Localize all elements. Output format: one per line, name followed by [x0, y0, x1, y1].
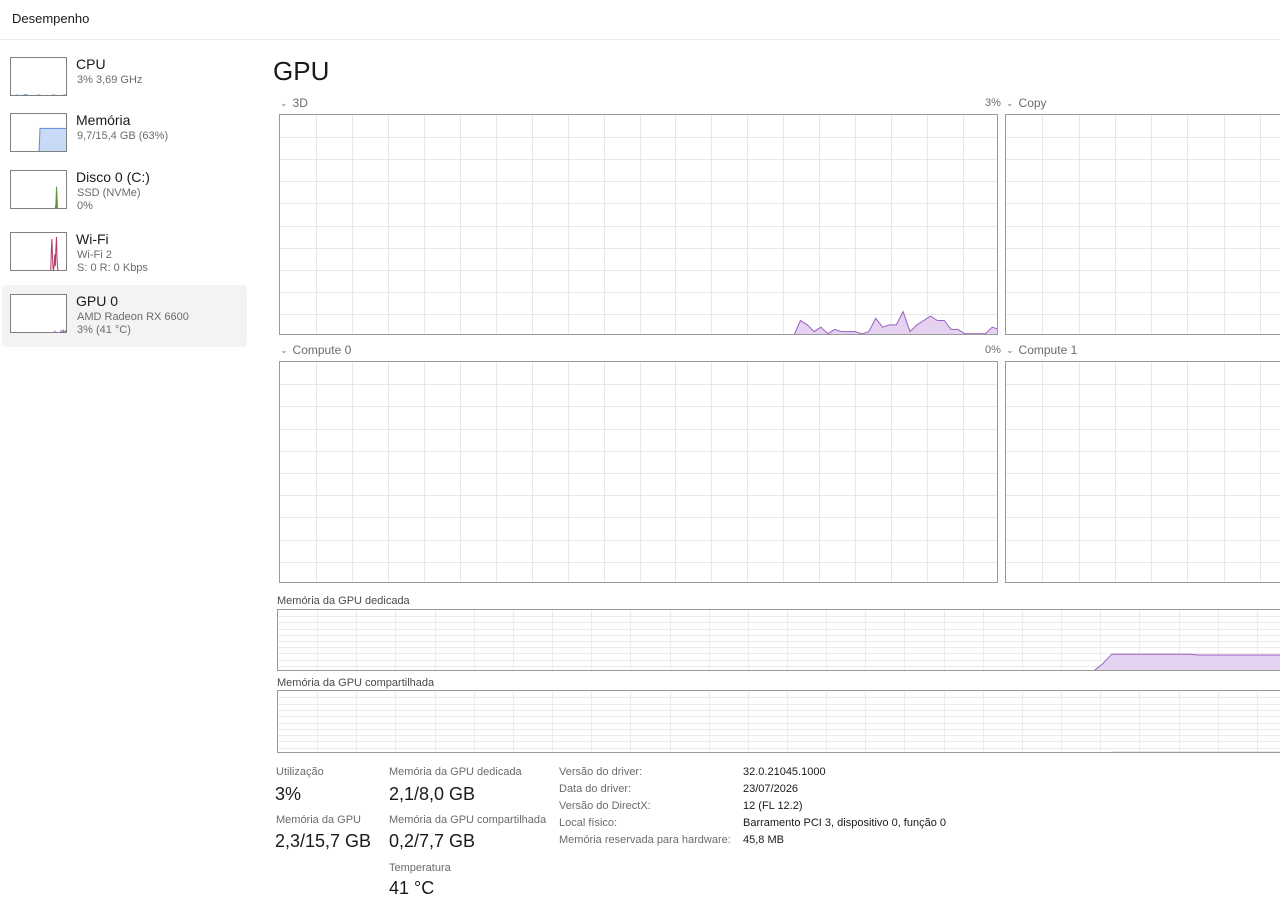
cpu-thumb-series-line: [11, 94, 66, 95]
dedicated-memory-value: 2,1/8,0 GB: [389, 784, 476, 804]
disk-thumbnail-graph: [10, 170, 67, 209]
disk-thumb-series-line: [54, 186, 59, 208]
chevron-down-icon: ⌄: [280, 98, 288, 108]
dedicated-memory-label: Memória da GPU dedicada: [389, 766, 522, 778]
engine-percent: 3%: [985, 97, 1001, 109]
shared-memory-label: Memória da GPU compartilhada: [389, 814, 547, 826]
utilization-label: Utilização: [276, 766, 324, 778]
graph-copy: [1005, 114, 1280, 335]
engine-selector-copy[interactable]: ⌄ Copy: [1006, 96, 1047, 110]
cpu-thumbnail-graph: [10, 57, 67, 96]
graph-compute-1: [1005, 361, 1280, 583]
physical-location-key: Local físico:: [559, 817, 618, 829]
temperature-label: Temperatura: [389, 862, 451, 874]
wifi-thumbnail-graph: [10, 232, 67, 271]
sidebar-item-disk[interactable]: Disco 0 (C:) SSD (NVMe) 0%: [2, 161, 247, 223]
sidebar-item-detail: 9,7/15,4 GB (63%): [77, 130, 169, 142]
driver-date-value: 23/07/2026: [743, 783, 799, 795]
sidebar-item-detail: SSD (NVMe): [77, 187, 141, 199]
driver-version-value: 32.0.21045.1000: [743, 766, 826, 778]
shared-memory-graph-label: Memória da GPU compartilhada: [277, 677, 435, 689]
sidebar-item-detail-2: 0%: [77, 200, 93, 212]
sidebar-item-name: GPU 0: [76, 293, 119, 309]
engine-label: Copy: [1018, 96, 1047, 110]
engine-label: Compute 1: [1018, 343, 1078, 357]
sidebar-item-name: Wi-Fi: [76, 231, 109, 247]
sidebar-item-name: CPU: [76, 56, 106, 72]
driver-version-key: Versão do driver:: [559, 766, 643, 778]
gpu-3d-series-area: [794, 311, 997, 334]
chevron-down-icon: ⌄: [1006, 345, 1014, 355]
memory-thumbnail-graph: [10, 113, 67, 152]
sidebar-item-wifi[interactable]: Wi-Fi Wi-Fi 2 S: 0 R: 0 Kbps: [2, 223, 247, 285]
engine-percent: 0%: [985, 344, 1001, 356]
sidebar-item-name: Disco 0 (C:): [76, 169, 150, 185]
engine-label: 3D: [292, 96, 308, 110]
physical-location-value: Barramento PCI 3, dispositivo 0, função …: [743, 817, 946, 829]
utilization-value: 3%: [275, 784, 302, 804]
page-header-title: Desempenho: [12, 11, 90, 26]
engine-selector-3d[interactable]: ⌄ 3D: [280, 96, 308, 110]
sidebar-item-detail: AMD Radeon RX 6600: [77, 311, 189, 323]
hardware-reserved-memory-key: Memória reservada para hardware:: [559, 834, 731, 846]
wifi-thumb-series-line: [50, 236, 59, 270]
memory-thumb-series-area: [39, 128, 66, 151]
top-bar: Desempenho: [0, 0, 1280, 40]
dedicated-memory-series-area: [1094, 654, 1280, 670]
page-title: GPU: [273, 56, 330, 86]
graph-dedicated-memory: [277, 609, 1280, 671]
gpu-memory-label: Memória da GPU: [276, 814, 361, 826]
graph-3d: [279, 114, 998, 335]
sidebar-item-cpu[interactable]: CPU 3% 3,69 GHz: [2, 48, 247, 110]
chevron-down-icon: ⌄: [280, 345, 288, 355]
dedicated-memory-graph-label: Memória da GPU dedicada: [277, 595, 410, 607]
gpu-thumb-series-line: [54, 329, 66, 332]
shared-memory-series-line: [1111, 751, 1280, 752]
driver-date-key: Data do driver:: [559, 783, 632, 795]
sidebar-item-gpu[interactable]: GPU 0 AMD Radeon RX 6600 3% (41 °C): [2, 285, 247, 347]
hardware-reserved-memory-value: 45,8 MB: [743, 834, 784, 846]
shared-memory-series-area: [1102, 752, 1280, 753]
engine-selector-compute-0[interactable]: ⌄ Compute 0: [280, 343, 351, 357]
sidebar-item-detail: 3% 3,69 GHz: [77, 74, 143, 86]
sidebar-item-name: Memória: [76, 112, 131, 128]
directx-version-value: 12 (FL 12.2): [743, 800, 803, 812]
engine-selector-compute-1[interactable]: ⌄ Compute 1: [1006, 343, 1077, 357]
engine-label: Compute 0: [292, 343, 352, 357]
sidebar-item-detail-2: 3% (41 °C): [77, 324, 131, 336]
sidebar-item-detail-2: S: 0 R: 0 Kbps: [77, 262, 148, 274]
disk-thumb-series-area: [55, 186, 58, 208]
gpu-memory-value: 2,3/15,7 GB: [275, 831, 372, 851]
graph-shared-memory: [277, 690, 1280, 753]
gpu-thumbnail-graph: [10, 294, 67, 333]
temperature-value: 41 °C: [389, 878, 435, 898]
shared-memory-value: 0,2/7,7 GB: [389, 831, 476, 851]
graph-compute-0: [279, 361, 998, 583]
directx-version-key: Versão do DirectX:: [559, 800, 651, 812]
chevron-down-icon: ⌄: [1006, 98, 1014, 108]
sidebar-item-memory[interactable]: Memória 9,7/15,4 GB (63%): [2, 104, 247, 166]
sidebar-item-detail: Wi-Fi 2: [77, 249, 112, 261]
